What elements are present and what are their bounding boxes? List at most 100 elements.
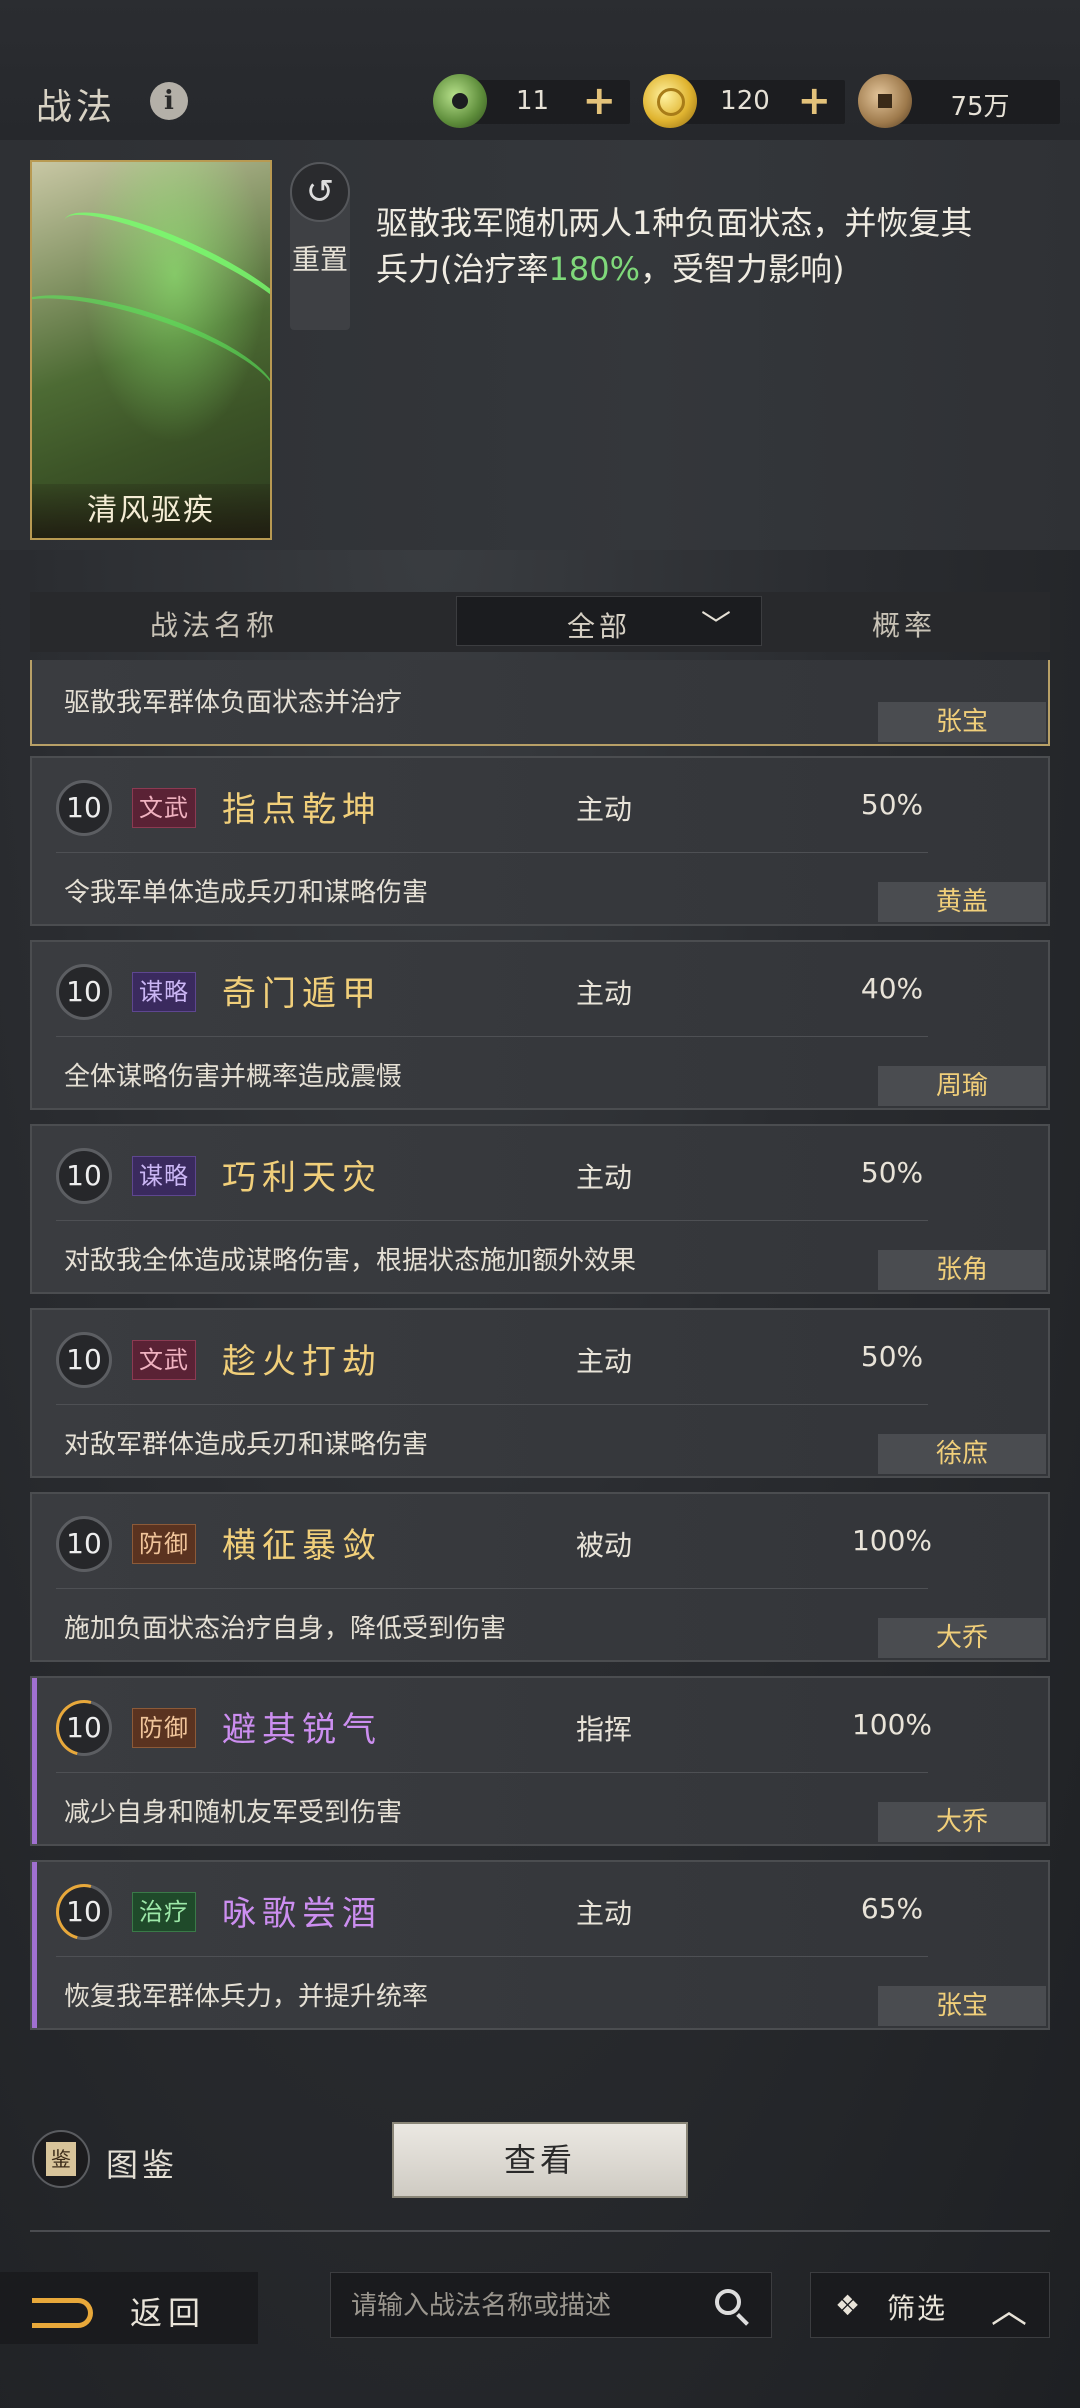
skill-summary: 减少自身和随机友军受到伤害 bbox=[64, 1798, 403, 1828]
search-box[interactable] bbox=[330, 2272, 772, 2338]
info-icon[interactable]: i bbox=[150, 82, 188, 120]
divider bbox=[30, 2230, 1050, 2232]
skill-type: 主动 bbox=[576, 1161, 633, 1194]
skill-summary: 恢复我军群体兵力，并提升统率 bbox=[64, 1982, 429, 2012]
skill-summary: 驱散我军群体负面状态并治疗 bbox=[64, 688, 403, 718]
chevron-up-icon: ︿ bbox=[990, 2290, 1027, 2331]
hero-name: 周瑜 bbox=[878, 1066, 1046, 1106]
chevron-down-icon: ﹀ bbox=[701, 609, 731, 644]
skill-row[interactable]: 10 防御 横征暴敛 被动 100% 施加负面状态治疗自身，降低受到伤害 大乔 bbox=[30, 1492, 1050, 1662]
skill-summary: 全体谋略伤害并概率造成震慑 bbox=[64, 1062, 403, 1092]
gold-coin-icon bbox=[643, 74, 697, 128]
jade-add-button[interactable]: + bbox=[582, 78, 616, 124]
category-dropdown[interactable]: 全部 ﹀ bbox=[456, 596, 762, 646]
search-input[interactable] bbox=[349, 2285, 703, 2327]
hero-name: 张角 bbox=[878, 1250, 1046, 1290]
reset-label: 重置 bbox=[291, 243, 348, 276]
hero-name: 张宝 bbox=[878, 702, 1046, 742]
skill-probability: 40% bbox=[860, 972, 924, 1005]
level-badge: 10 bbox=[56, 1884, 112, 1940]
skill-name: 咏歌尝酒 bbox=[222, 1894, 382, 1934]
skill-row[interactable]: 10 文武 指点乾坤 主动 50% 令我军单体造成兵刃和谋略伤害 黄盖 bbox=[30, 756, 1050, 926]
skill-type: 主动 bbox=[576, 793, 633, 826]
back-button[interactable]: 返回 bbox=[0, 2272, 258, 2344]
search-icon[interactable] bbox=[715, 2289, 741, 2315]
skill-probability: 50% bbox=[860, 788, 924, 821]
skill-type: 主动 bbox=[576, 1345, 633, 1378]
hero-name: 徐庶 bbox=[878, 1434, 1046, 1474]
skill-summary: 施加负面状态治疗自身，降低受到伤害 bbox=[64, 1614, 507, 1644]
dropdown-value: 全部 bbox=[567, 610, 632, 643]
skill-type: 被动 bbox=[576, 1529, 633, 1562]
skill-name: 避其锐气 bbox=[222, 1710, 382, 1750]
skill-row[interactable]: 10 防御 避其锐气 指挥 100% 减少自身和随机友军受到伤害 大乔 bbox=[30, 1676, 1050, 1846]
rarity-bar bbox=[32, 1862, 37, 2028]
jade-value: 11 bbox=[515, 86, 550, 116]
row-divider bbox=[56, 1220, 928, 1221]
hero-name: 黄盖 bbox=[878, 882, 1046, 922]
copper-value: 75万 bbox=[950, 92, 1010, 122]
skill-probability: 65% bbox=[860, 1892, 924, 1925]
row-divider bbox=[56, 852, 928, 853]
row-divider bbox=[56, 1772, 928, 1773]
rarity-bar bbox=[32, 1678, 37, 1844]
copper-resource: 75万 bbox=[858, 74, 1060, 128]
level-badge: 10 bbox=[56, 964, 112, 1020]
skill-category-tag: 防御 bbox=[132, 1524, 196, 1564]
skill-category-tag: 防御 bbox=[132, 1708, 196, 1748]
skill-type: 主动 bbox=[576, 977, 633, 1010]
hero-name: 张宝 bbox=[878, 1986, 1046, 2026]
skill-card[interactable]: 清风驱疾 bbox=[30, 160, 272, 540]
skill-summary: 对敌我全体造成谋略伤害，根据状态施加额外效果 bbox=[64, 1246, 637, 1276]
reset-button[interactable]: ↺ 重置 bbox=[290, 162, 350, 330]
skill-name: 横征暴敛 bbox=[222, 1526, 382, 1566]
skill-category-tag: 谋略 bbox=[132, 1156, 196, 1196]
skill-row[interactable]: 10 治疗 咏歌尝酒 主动 65% 恢复我军群体兵力，并提升统率 张宝 bbox=[30, 1860, 1050, 2030]
row-divider bbox=[56, 1956, 928, 1957]
codex-label[interactable]: 图鉴 bbox=[106, 2140, 178, 2186]
desc-text-after: ，受智力影响) bbox=[639, 250, 845, 288]
row-divider bbox=[56, 1404, 928, 1405]
row-divider bbox=[56, 1036, 928, 1037]
filter-icon: ❖ bbox=[835, 2289, 861, 2322]
view-button[interactable]: 查看 bbox=[392, 2122, 688, 2198]
skill-row[interactable]: 10 文武 趁火打劫 主动 50% 对敌军群体造成兵刃和谋略伤害 徐庶 bbox=[30, 1308, 1050, 1478]
level-badge: 10 bbox=[56, 1332, 112, 1388]
heal-rate-highlight: 180% bbox=[548, 250, 640, 288]
row-divider bbox=[56, 1588, 928, 1589]
jade-coin-icon bbox=[433, 74, 487, 128]
skill-name: 奇门遁甲 bbox=[222, 974, 382, 1014]
gold-add-button[interactable]: + bbox=[797, 78, 831, 124]
skill-description: 驱散我军随机两人1种负面状态，并恢复其兵力(治疗率180%，受智力影响) bbox=[376, 200, 976, 292]
gold-value: 120 bbox=[720, 86, 770, 116]
skill-type: 指挥 bbox=[576, 1713, 633, 1746]
hero-name: 大乔 bbox=[878, 1618, 1046, 1658]
skill-row[interactable]: 驱散我军群体负面状态并治疗 张宝 bbox=[30, 660, 1050, 746]
skill-row[interactable]: 10 谋略 巧利天灾 主动 50% 对敌我全体造成谋略伤害，根据状态施加额外效果 张角 bbox=[30, 1124, 1050, 1294]
skill-name: 趁火打劫 bbox=[222, 1342, 382, 1382]
hero-name: 大乔 bbox=[878, 1802, 1046, 1842]
skill-probability: 50% bbox=[860, 1340, 924, 1373]
skill-type: 主动 bbox=[576, 1897, 633, 1930]
skill-category-tag: 文武 bbox=[132, 1340, 196, 1380]
copper-coin-icon bbox=[858, 74, 912, 128]
column-header-name: 战法名称 bbox=[150, 609, 279, 642]
skill-row[interactable]: 10 谋略 奇门遁甲 主动 40% 全体谋略伤害并概率造成震慑 周瑜 bbox=[30, 940, 1050, 1110]
gold-resource: 120 + bbox=[643, 74, 845, 128]
skill-probability: 50% bbox=[860, 1156, 924, 1189]
codex-icon-glyph: 鉴 bbox=[46, 2142, 76, 2176]
skill-list[interactable]: 驱散我军群体负面状态并治疗 张宝 10 文武 指点乾坤 主动 50% 令我军单体造成兵刃和谋略… bbox=[30, 660, 1050, 2038]
jade-resource: 11 + bbox=[433, 74, 630, 128]
level-badge: 10 bbox=[56, 1700, 112, 1756]
codex-icon[interactable]: 鉴 bbox=[32, 2130, 90, 2188]
filter-button[interactable]: ❖ 筛选 ︿ bbox=[810, 2272, 1050, 2338]
page-title: 战法 bbox=[36, 87, 117, 128]
skill-probability: 100% bbox=[851, 1708, 933, 1741]
reset-icon: ↺ bbox=[290, 162, 350, 222]
level-badge: 10 bbox=[56, 1148, 112, 1204]
skill-category-tag: 谋略 bbox=[132, 972, 196, 1012]
skill-probability: 100% bbox=[851, 1524, 933, 1557]
back-label: 返回 bbox=[130, 2294, 207, 2332]
skill-summary: 令我军单体造成兵刃和谋略伤害 bbox=[64, 878, 429, 908]
skill-card-name: 清风驱疾 bbox=[32, 484, 270, 538]
